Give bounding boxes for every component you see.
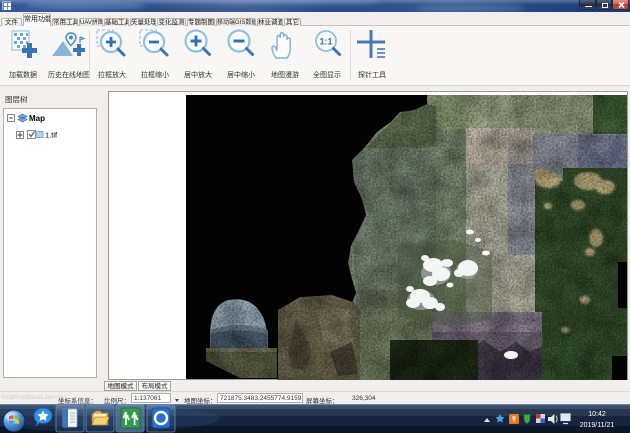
svg-text:10:42: 10:42 [588, 411, 606, 418]
svg-text:1:1: 1:1 [319, 37, 332, 47]
svg-text:1.tif: 1.tif [45, 131, 58, 140]
svg-text:Map: Map [29, 114, 45, 123]
svg-text:2019/11/21: 2019/11/21 [580, 422, 615, 429]
